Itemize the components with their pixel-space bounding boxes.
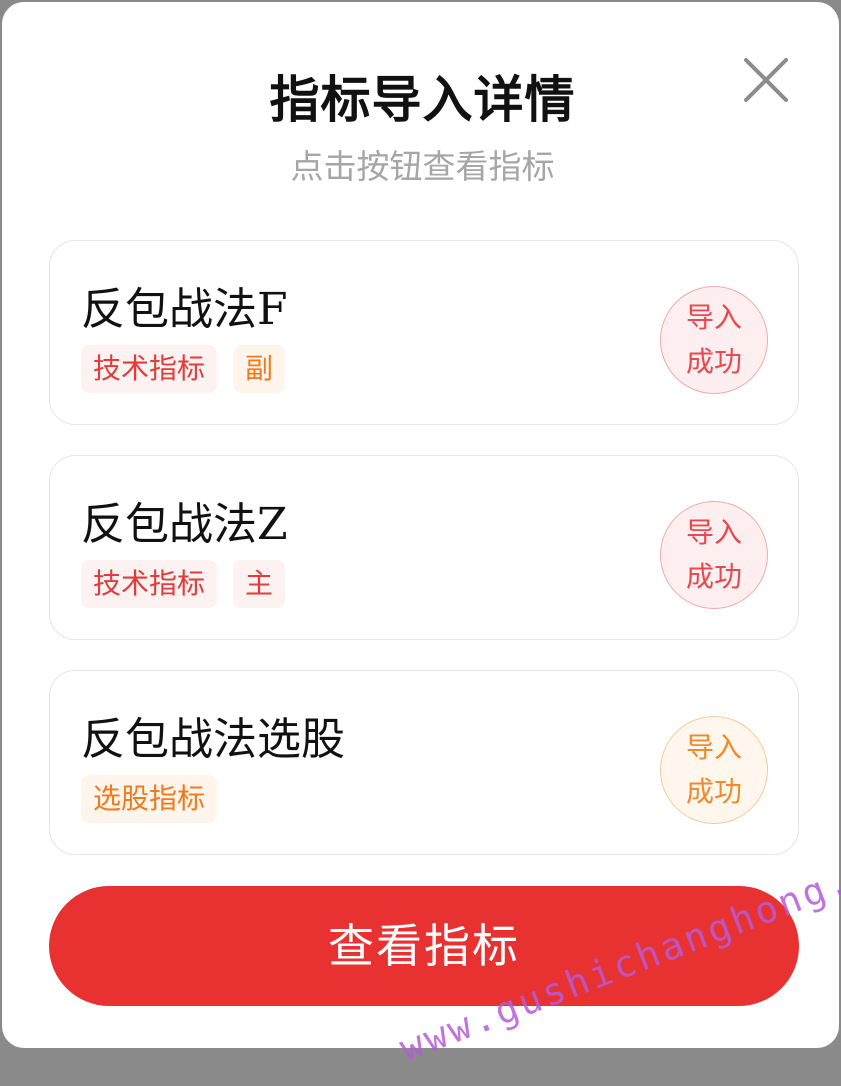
- indicator-chart-tag: 副: [233, 345, 286, 393]
- indicator-type-tag: 技术指标: [81, 560, 218, 608]
- indicator-card: 反包战法Z 技术指标 主 导入 成功: [49, 455, 799, 640]
- indicator-type-tag: 技术指标: [81, 345, 218, 393]
- status-line: 成功: [685, 560, 742, 593]
- status-line: 导入: [685, 731, 742, 764]
- status-line: 成功: [685, 775, 742, 808]
- import-status-badge: 导入 成功: [660, 501, 768, 609]
- status-line: 导入: [685, 301, 742, 334]
- indicator-tags: 选股指标: [81, 775, 218, 823]
- indicator-name: 反包战法Z: [81, 499, 288, 550]
- indicator-name: 反包战法选股: [81, 714, 345, 765]
- indicator-name: 反包战法F: [81, 284, 288, 335]
- indicator-tags: 技术指标 副: [81, 345, 286, 393]
- indicator-card: 反包战法F 技术指标 副 导入 成功: [49, 240, 799, 425]
- import-status-badge: 导入 成功: [660, 286, 768, 394]
- dialog-subtitle: 点击按钮查看指标: [290, 147, 555, 186]
- indicator-chart-tag: 主: [233, 560, 286, 608]
- dialog-title: 指标导入详情: [269, 71, 576, 129]
- view-indicators-button[interactable]: 查看指标: [49, 886, 799, 1006]
- import-details-dialog: 指标导入详情 点击按钮查看指标 反包战法F 技术指标 副 导入 成功 反包战法Z…: [2, 2, 839, 1048]
- indicator-card: 反包战法选股 选股指标 导入 成功: [49, 670, 799, 855]
- import-status-badge: 导入 成功: [660, 716, 768, 824]
- indicator-type-tag: 选股指标: [81, 775, 218, 823]
- status-line: 成功: [685, 345, 742, 378]
- status-line: 导入: [685, 516, 742, 549]
- indicator-tags: 技术指标 主: [81, 560, 286, 608]
